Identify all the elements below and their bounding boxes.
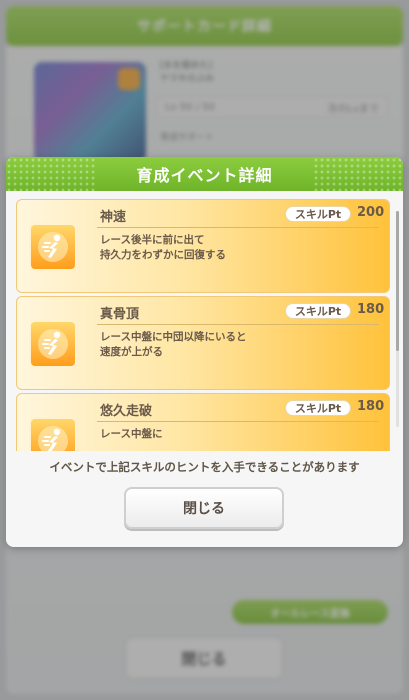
close-button[interactable]: 閉じる [124, 487, 284, 529]
divider [97, 421, 379, 422]
skill-pt-label: スキルPt [285, 303, 351, 319]
dialog-title: 育成イベント詳細 [136, 166, 273, 185]
dialog-header: 育成イベント詳細 [6, 157, 403, 191]
skill-speed-icon [29, 320, 77, 368]
divider [97, 324, 379, 325]
skill-description: レース後半に前に出て 持久力をわずかに回復する [100, 234, 226, 261]
scrollbar-thumb[interactable] [396, 211, 399, 351]
skill-pt-label: スキルPt [285, 206, 351, 222]
skill-pt-value: 180 [357, 399, 385, 414]
skill-description: レース中盤に中団以降にいると 速度が上がる [100, 331, 247, 358]
skill-name: 悠久走破 [100, 404, 153, 419]
divider [97, 227, 379, 228]
skill-speed-icon [29, 417, 77, 451]
dialog-body: 神速 スキルPt 200 レース後半に前に出て 持久力をわずかに回復する 真骨頂… [6, 191, 403, 547]
skill-pt-label: スキルPt [285, 400, 351, 416]
skill-item: 神速 スキルPt 200 レース後半に前に出て 持久力をわずかに回復する [16, 199, 390, 293]
scrollbar[interactable] [396, 211, 399, 427]
skill-list[interactable]: 神速 スキルPt 200 レース後半に前に出て 持久力をわずかに回復する 真骨頂… [16, 199, 394, 451]
hint-text: イベントで上記スキルのヒントを入手できることがあります [49, 460, 360, 474]
training-event-dialog: 育成イベント詳細 神速 スキルPt 200 レース後半に前に出て 持久力をわずか… [6, 157, 403, 547]
skill-pt-value: 180 [357, 302, 385, 317]
skill-item: 悠久走破 スキルPt 180 レース中盤に [16, 393, 390, 451]
skill-item: 真骨頂 スキルPt 180 レース中盤に中団以降にいると 速度が上がる [16, 296, 390, 390]
skill-description: レース中盤に [100, 428, 163, 440]
skill-pt-value: 200 [357, 205, 385, 220]
skill-name: 真骨頂 [100, 307, 140, 322]
skill-speed-icon [29, 223, 77, 271]
skill-name: 神速 [100, 210, 127, 225]
